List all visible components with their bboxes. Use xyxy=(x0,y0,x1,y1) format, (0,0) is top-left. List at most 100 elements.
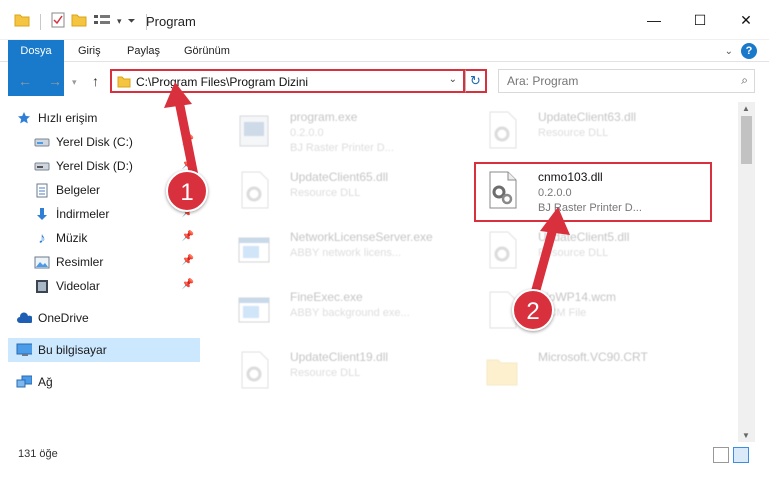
expand-ribbon-icon[interactable]: ⌄ xyxy=(725,46,733,57)
file-name: UpdateClient65.dll xyxy=(290,170,389,184)
search-box[interactable]: ⌕ xyxy=(498,69,755,93)
file-name: UpdateClient63.dll xyxy=(538,110,637,124)
dll-icon xyxy=(484,110,520,150)
scroll-down-icon[interactable]: ▼ xyxy=(742,431,750,440)
dll-icon xyxy=(236,350,272,390)
file-item[interactable]: Microsoft.VC90.CRT xyxy=(474,344,714,400)
forward-arrow-icon[interactable]: → xyxy=(48,73,62,89)
sidebar-item-label: Videolar xyxy=(56,279,100,293)
tiles-view-button[interactable] xyxy=(733,447,749,463)
ribbon-right-controls: ⌄ ? xyxy=(725,43,757,59)
close-button[interactable]: ✕ xyxy=(723,0,769,40)
step-badge-1: 1 xyxy=(166,170,208,212)
ribbon-tabs: Dosya Giriş Paylaş Görünüm ⌄ ? xyxy=(0,40,769,96)
scrollbar-thumb[interactable] xyxy=(741,116,752,164)
file-item[interactable]: FineExec.exe ABBY background exe... xyxy=(226,284,466,340)
status-bar: 131 öğe xyxy=(0,445,769,467)
window-icon xyxy=(236,290,272,330)
sidebar-item-label: İndirmeler xyxy=(56,207,110,221)
file-item[interactable]: BioWP14.wcm WCM File xyxy=(474,284,714,340)
sidebar-item-label: Belgeler xyxy=(56,183,101,197)
step-badge-2: 2 xyxy=(512,289,554,331)
sidebar-item-this-pc[interactable]: Bu bilgisayar xyxy=(8,338,200,362)
sidebar-item-label: Müzik xyxy=(56,231,88,245)
file-item[interactable]: UpdateClient65.dll Resource DLL xyxy=(226,164,466,220)
file-item[interactable]: UpdateClient63.dll Resource DLL xyxy=(474,104,714,160)
window-title: Program xyxy=(146,14,196,29)
quick-access-toolbar: ▾ ⏷ xyxy=(14,12,151,31)
new-folder-icon[interactable] xyxy=(71,13,87,30)
pin-icon[interactable]: 📌 xyxy=(182,231,194,242)
tab-share[interactable]: Paylaş xyxy=(127,40,160,62)
item-count: 131 öğe xyxy=(18,448,58,460)
back-arrow-icon[interactable]: ← xyxy=(18,73,32,89)
sidebar-item-label: Resimler xyxy=(56,255,104,269)
sidebar-item-videos[interactable]: Videolar 📌 xyxy=(34,274,200,298)
file-item[interactable]: program.exe 0.2.0.0 BJ Raster Printer D.… xyxy=(226,104,466,160)
file-item[interactable]: UpdateClient5.dll Resource DLL xyxy=(474,224,714,280)
file-item[interactable]: UpdateClient19.dll Resource DLL xyxy=(226,344,466,400)
download-icon xyxy=(34,206,50,222)
details-view-button[interactable] xyxy=(713,447,729,463)
star-icon xyxy=(16,110,32,126)
file-name: Microsoft.VC90.CRT xyxy=(538,350,648,364)
file-type: Resource DLL xyxy=(290,367,361,379)
folder-icon xyxy=(484,350,520,390)
file-type: Resource DLL xyxy=(290,187,361,199)
file-description: BJ Raster Printer D... xyxy=(290,142,394,154)
navigation-bar: ← → ▾ ↑ C:\Program Files\Program Dizini … xyxy=(0,62,769,100)
tab-view[interactable]: Görünüm xyxy=(184,40,230,62)
file-version: 0.2.0.0 xyxy=(290,127,324,139)
pin-icon[interactable]: 📌 xyxy=(182,255,194,266)
properties-icon[interactable] xyxy=(51,12,65,31)
sidebar-item-label: Bu bilgisayar xyxy=(38,343,107,357)
file-type: Resource DLL xyxy=(538,127,609,139)
pictures-icon xyxy=(34,254,50,270)
customize-toolbar-icon[interactable]: ⏷ xyxy=(128,16,136,27)
file-description: ABBY background exe... xyxy=(290,307,410,319)
toolbar-divider xyxy=(40,13,41,30)
up-arrow-icon[interactable]: ↑ xyxy=(92,73,99,89)
file-list: program.exe 0.2.0.0 BJ Raster Printer D.… xyxy=(210,102,738,442)
sidebar-item-onedrive[interactable]: OneDrive xyxy=(16,306,216,330)
pin-icon[interactable]: 📌 xyxy=(182,279,194,290)
minimize-button[interactable]: — xyxy=(631,0,677,40)
dll-icon xyxy=(484,230,520,270)
help-icon[interactable]: ? xyxy=(741,43,757,59)
folder-icon xyxy=(117,75,131,91)
sidebar-item-label: Hızlı erişim xyxy=(38,111,98,125)
file-name: UpdateClient19.dll xyxy=(290,350,389,364)
folder-icon xyxy=(14,13,30,30)
highlight-box xyxy=(474,162,712,222)
dll-icon xyxy=(236,170,272,210)
chevron-down-icon[interactable]: ▾ xyxy=(117,16,122,27)
sidebar-item-label: OneDrive xyxy=(38,311,89,325)
tab-home[interactable]: Giriş xyxy=(78,40,101,62)
vertical-scrollbar[interactable]: ▲ ▼ xyxy=(738,102,755,442)
document-icon xyxy=(34,182,50,198)
address-dropdown-icon[interactable]: ⌄ xyxy=(449,74,457,85)
sidebar-item-network[interactable]: Ağ xyxy=(16,370,216,394)
search-input[interactable] xyxy=(499,70,719,92)
view-options-icon[interactable] xyxy=(93,13,111,30)
refresh-button[interactable]: ↻ xyxy=(465,69,487,93)
file-item[interactable]: NetworkLicenseServer.exe ABBY network li… xyxy=(226,224,466,280)
file-description: ABBY network licens... xyxy=(290,247,402,259)
file-name: FineExec.exe xyxy=(290,290,363,304)
recent-locations-icon[interactable]: ▾ xyxy=(72,77,77,88)
search-icon: ⌕ xyxy=(741,73,748,87)
exe-icon xyxy=(236,110,272,150)
maximize-button[interactable]: ☐ xyxy=(677,0,723,40)
scroll-up-icon[interactable]: ▲ xyxy=(742,104,750,113)
title-bar: ▾ ⏷ Program — ☐ ✕ xyxy=(0,0,769,40)
music-icon: ♪ xyxy=(38,229,46,247)
sidebar-item-label: Ağ xyxy=(38,375,53,389)
computer-icon xyxy=(16,342,32,358)
drive-icon xyxy=(34,158,50,174)
network-icon xyxy=(16,374,32,390)
sidebar-item-pictures[interactable]: Resimler 📌 xyxy=(34,250,200,274)
video-icon xyxy=(34,278,50,294)
sidebar-item-music[interactable]: ♪ Müzik 📌 xyxy=(34,226,200,250)
sidebar-item-label: Yerel Disk (C:) xyxy=(56,135,133,149)
window-controls: — ☐ ✕ xyxy=(631,0,769,40)
